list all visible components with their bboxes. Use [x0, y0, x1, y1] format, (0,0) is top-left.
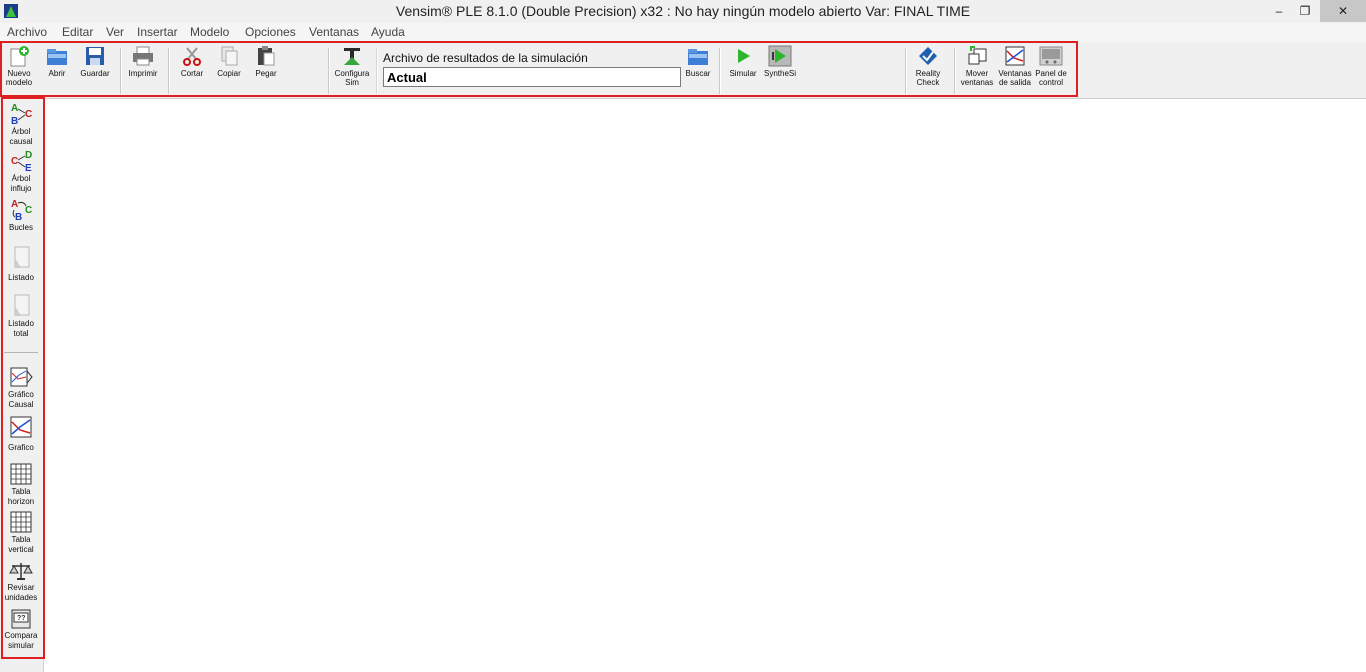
tabla-horizon-button[interactable]: Tabla horizon: [2, 462, 40, 507]
save-disk-icon: [86, 47, 104, 65]
loops-icon: A C B: [11, 199, 32, 222]
window-title: Vensim® PLE 8.1.0 (Double Precision) x32…: [395, 3, 971, 19]
reality-check-button[interactable]: Reality Check: [911, 45, 945, 87]
svg-text:A: A: [11, 199, 18, 210]
control-panel-icon: [1039, 46, 1063, 66]
configura-sim-button[interactable]: Configura Sim: [332, 45, 372, 87]
menu-archivo[interactable]: Archivo: [7, 25, 47, 39]
ventanas-salida-button[interactable]: Ventanas de salida: [997, 45, 1033, 87]
causes-strip-icon: [10, 367, 33, 387]
tabla-vertical-button[interactable]: Tabla vertical: [2, 510, 40, 555]
graph-icon: [10, 416, 32, 438]
table-icon: [10, 463, 32, 485]
toolbar-separator: [328, 48, 330, 94]
document-all-icon: [14, 294, 30, 316]
main-toolbar: Nuevo modelo Abrir Guardar Imprimir Corta…: [0, 42, 1366, 99]
printer-icon: [133, 46, 153, 66]
copy-icon: [221, 46, 238, 66]
svg-text:??: ??: [17, 615, 26, 622]
scissors-icon: [183, 47, 201, 66]
menu-ventanas[interactable]: Ventanas: [309, 25, 359, 39]
imprimir-button[interactable]: Imprimir: [125, 45, 161, 78]
output-windows-icon: [1005, 46, 1025, 66]
toolbar-separator: [168, 48, 170, 94]
listado-total-button[interactable]: Listado total: [2, 292, 40, 339]
uses-tree-icon: C D E: [11, 150, 32, 173]
new-model-icon: [10, 46, 29, 67]
toolbar-separator: [120, 48, 122, 94]
run-play-icon: [738, 49, 750, 63]
menu-bar: Archivo Editar Ver Insertar Modelo Opcio…: [0, 23, 1366, 42]
panel-control-button[interactable]: Panel de control: [1034, 45, 1068, 87]
buscar-button[interactable]: Buscar: [684, 45, 712, 78]
title-bar: Vensim® PLE 8.1.0 (Double Precision) x32…: [0, 0, 1366, 24]
synthesim-button[interactable]: SyntheSi: [763, 45, 797, 78]
svg-text:C: C: [25, 205, 32, 216]
grafico-button[interactable]: Grafico: [2, 414, 40, 453]
results-file-label: Archivo de resultados de la simulación: [383, 51, 588, 65]
copiar-button[interactable]: Copiar: [212, 45, 246, 78]
synthesim-icon: [768, 45, 792, 67]
svg-text:C: C: [25, 109, 32, 120]
browse-folder-icon: [688, 49, 708, 65]
abrir-button[interactable]: Abrir: [42, 45, 72, 78]
reality-check-icon: [919, 47, 937, 65]
setup-sim-icon: [344, 48, 360, 65]
listado-button[interactable]: Listado: [2, 244, 40, 283]
restore-button[interactable]: ❐: [1290, 0, 1320, 22]
svg-text:B: B: [15, 212, 22, 222]
svg-text:D: D: [25, 150, 32, 161]
menu-opciones[interactable]: Opciones: [245, 25, 296, 39]
left-toolbar-separator: [4, 352, 38, 353]
arbol-influjo-button[interactable]: C D E Árbol influjo: [2, 149, 40, 194]
svg-text:E: E: [25, 163, 32, 173]
analysis-toolbar: A B C Árbol causal C D E Árbol influjo A C…: [0, 98, 44, 672]
table-vertical-icon: [10, 511, 32, 533]
move-windows-icon: [968, 46, 987, 65]
results-file-input[interactable]: [383, 67, 681, 87]
paste-clipboard-icon: [258, 46, 275, 66]
svg-text:C: C: [11, 156, 18, 167]
mover-ventanas-button[interactable]: Mover ventanas: [959, 45, 995, 87]
svg-text:A: A: [11, 103, 18, 114]
menu-editar[interactable]: Editar: [62, 25, 93, 39]
compara-simular-button[interactable]: ?? Compara simular: [2, 608, 40, 651]
causes-tree-icon: A B C: [11, 103, 32, 126]
toolbar-separator: [954, 48, 956, 94]
grafico-causal-button[interactable]: Gráfico Causal: [2, 365, 40, 410]
arbol-causal-button[interactable]: A B C Árbol causal: [2, 102, 40, 147]
open-folder-icon: [47, 49, 67, 65]
toolbar-separator: [905, 48, 907, 94]
menu-insertar[interactable]: Insertar: [137, 25, 178, 39]
bucles-button[interactable]: A C B Bucles: [2, 198, 40, 233]
close-button[interactable]: ✕: [1320, 0, 1366, 22]
balance-scale-icon: [9, 563, 33, 580]
menu-ver[interactable]: Ver: [106, 25, 124, 39]
toolbar-separator: [719, 48, 721, 94]
nuevo-modelo-button[interactable]: Nuevo modelo: [3, 45, 35, 87]
pegar-button[interactable]: Pegar: [250, 45, 282, 78]
menu-ayuda[interactable]: Ayuda: [371, 25, 405, 39]
toolbar-separator: [376, 48, 378, 94]
document-icon: [14, 246, 30, 268]
menu-modelo[interactable]: Modelo: [190, 25, 229, 39]
compare-runs-icon: ??: [11, 609, 31, 629]
cortar-button[interactable]: Cortar: [176, 45, 208, 78]
svg-text:B: B: [11, 116, 18, 126]
simular-button[interactable]: Simular: [727, 45, 759, 78]
guardar-button[interactable]: Guardar: [78, 45, 112, 78]
revisar-unidades-button[interactable]: Revisar unidades: [2, 560, 40, 603]
